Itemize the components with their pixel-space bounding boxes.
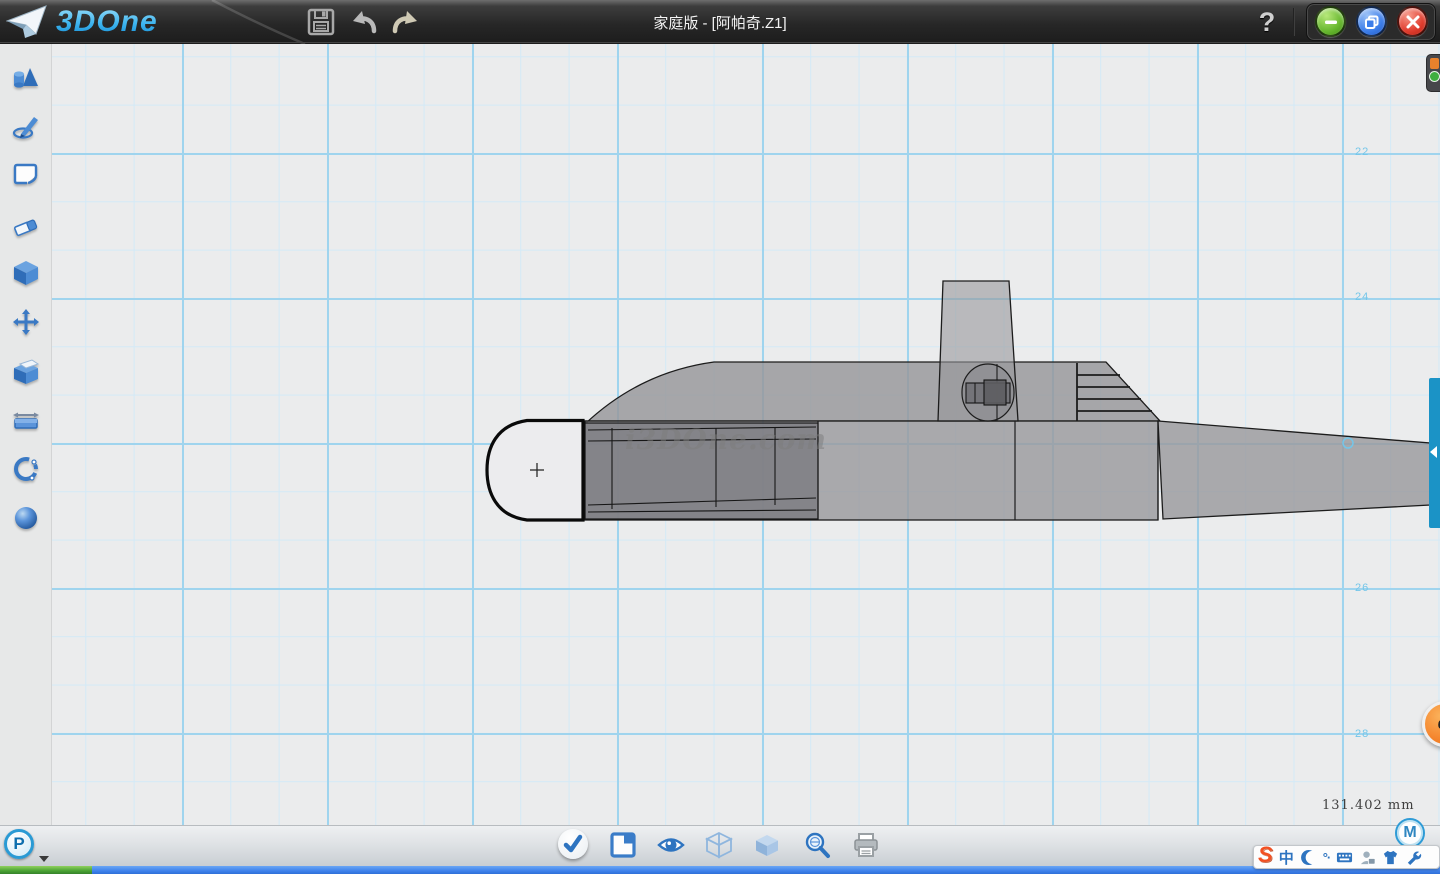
close-button[interactable] — [1397, 6, 1428, 37]
zoom-button[interactable] — [803, 831, 831, 859]
ime-account-icon[interactable] — [1359, 849, 1376, 866]
os-taskbar-start-strip[interactable] — [0, 866, 92, 874]
ime-skin-shirt-icon[interactable] — [1382, 849, 1399, 866]
tool-combine-icon[interactable] — [11, 357, 41, 387]
minimize-button[interactable] — [1315, 6, 1346, 37]
ime-settings-wrench-icon[interactable] — [1405, 849, 1422, 866]
panel-green-icon — [1429, 71, 1440, 82]
profile-badge-letter: P — [13, 834, 24, 854]
tool-material-icon[interactable] — [11, 503, 41, 533]
grid-marker-label: 22 — [1355, 146, 1369, 158]
tool-edit-sketch-icon[interactable] — [11, 160, 41, 190]
measurement-readout: 131.402 mm — [1322, 798, 1415, 813]
help-button[interactable]: ? — [1252, 4, 1282, 40]
ime-fullhalf-moon-icon[interactable] — [1300, 849, 1317, 866]
paper-plane-icon — [6, 4, 48, 40]
panel-expand-arrow-icon — [1430, 446, 1437, 458]
app-logo: 3DOne — [6, 3, 158, 41]
title-bar: 3DOne 家庭版 - [阿帕奇.Z1] ? — [0, 0, 1440, 44]
save-icon[interactable] — [306, 7, 336, 37]
tool-ring-icon[interactable] — [11, 454, 41, 484]
window-title: 家庭版 - [阿帕奇.Z1] — [420, 0, 1020, 44]
visibility-button[interactable] — [657, 831, 685, 859]
profile-dropdown-icon[interactable] — [39, 856, 49, 862]
view-layout-button[interactable] — [609, 831, 637, 859]
grid-marker-label: 28 — [1355, 728, 1369, 740]
tool-sketch-icon[interactable] — [11, 112, 41, 142]
panel-orange-icon — [1430, 58, 1439, 69]
titlebar-separator — [1293, 8, 1295, 36]
profile-badge[interactable]: P — [4, 829, 34, 859]
check-icon — [562, 833, 584, 855]
tool-eraser-icon[interactable] — [11, 210, 41, 240]
tool-solid-feature-icon[interactable] — [11, 258, 41, 288]
ime-language-toggle[interactable]: 中 — [1279, 847, 1294, 868]
redo-icon[interactable] — [390, 7, 420, 37]
os-taskbar-strip[interactable] — [0, 866, 1440, 874]
ime-softkeyboard-icon[interactable] — [1336, 849, 1353, 866]
grid-marker-label: 26 — [1355, 582, 1369, 594]
ime-logo[interactable]: S — [1258, 842, 1273, 868]
left-toolbar — [0, 44, 52, 825]
undo-icon[interactable] — [350, 7, 380, 37]
tool-primitives-icon[interactable] — [11, 63, 41, 93]
tool-move-icon[interactable] — [11, 307, 41, 337]
modeling-canvas[interactable] — [52, 44, 1440, 825]
application-window: 3DOne 家庭版 - [阿帕奇.Z1] ? — [0, 0, 1440, 874]
shaded-display-button[interactable] — [753, 831, 781, 859]
restore-button[interactable] — [1356, 6, 1387, 37]
confirm-button[interactable] — [558, 829, 588, 859]
mode-badge-letter: M — [1403, 824, 1416, 842]
print-button[interactable] — [852, 831, 880, 859]
ime-toolbar: S 中 °· — [1253, 845, 1440, 869]
tool-measure-icon[interactable] — [11, 406, 41, 436]
ime-punctuation-toggle[interactable]: °· — [1323, 850, 1331, 865]
brand-text: 3DOne — [56, 5, 158, 39]
mode-badge[interactable]: M — [1395, 818, 1425, 848]
grid-marker-label: 24 — [1355, 291, 1369, 303]
wireframe-display-button[interactable] — [705, 831, 733, 859]
